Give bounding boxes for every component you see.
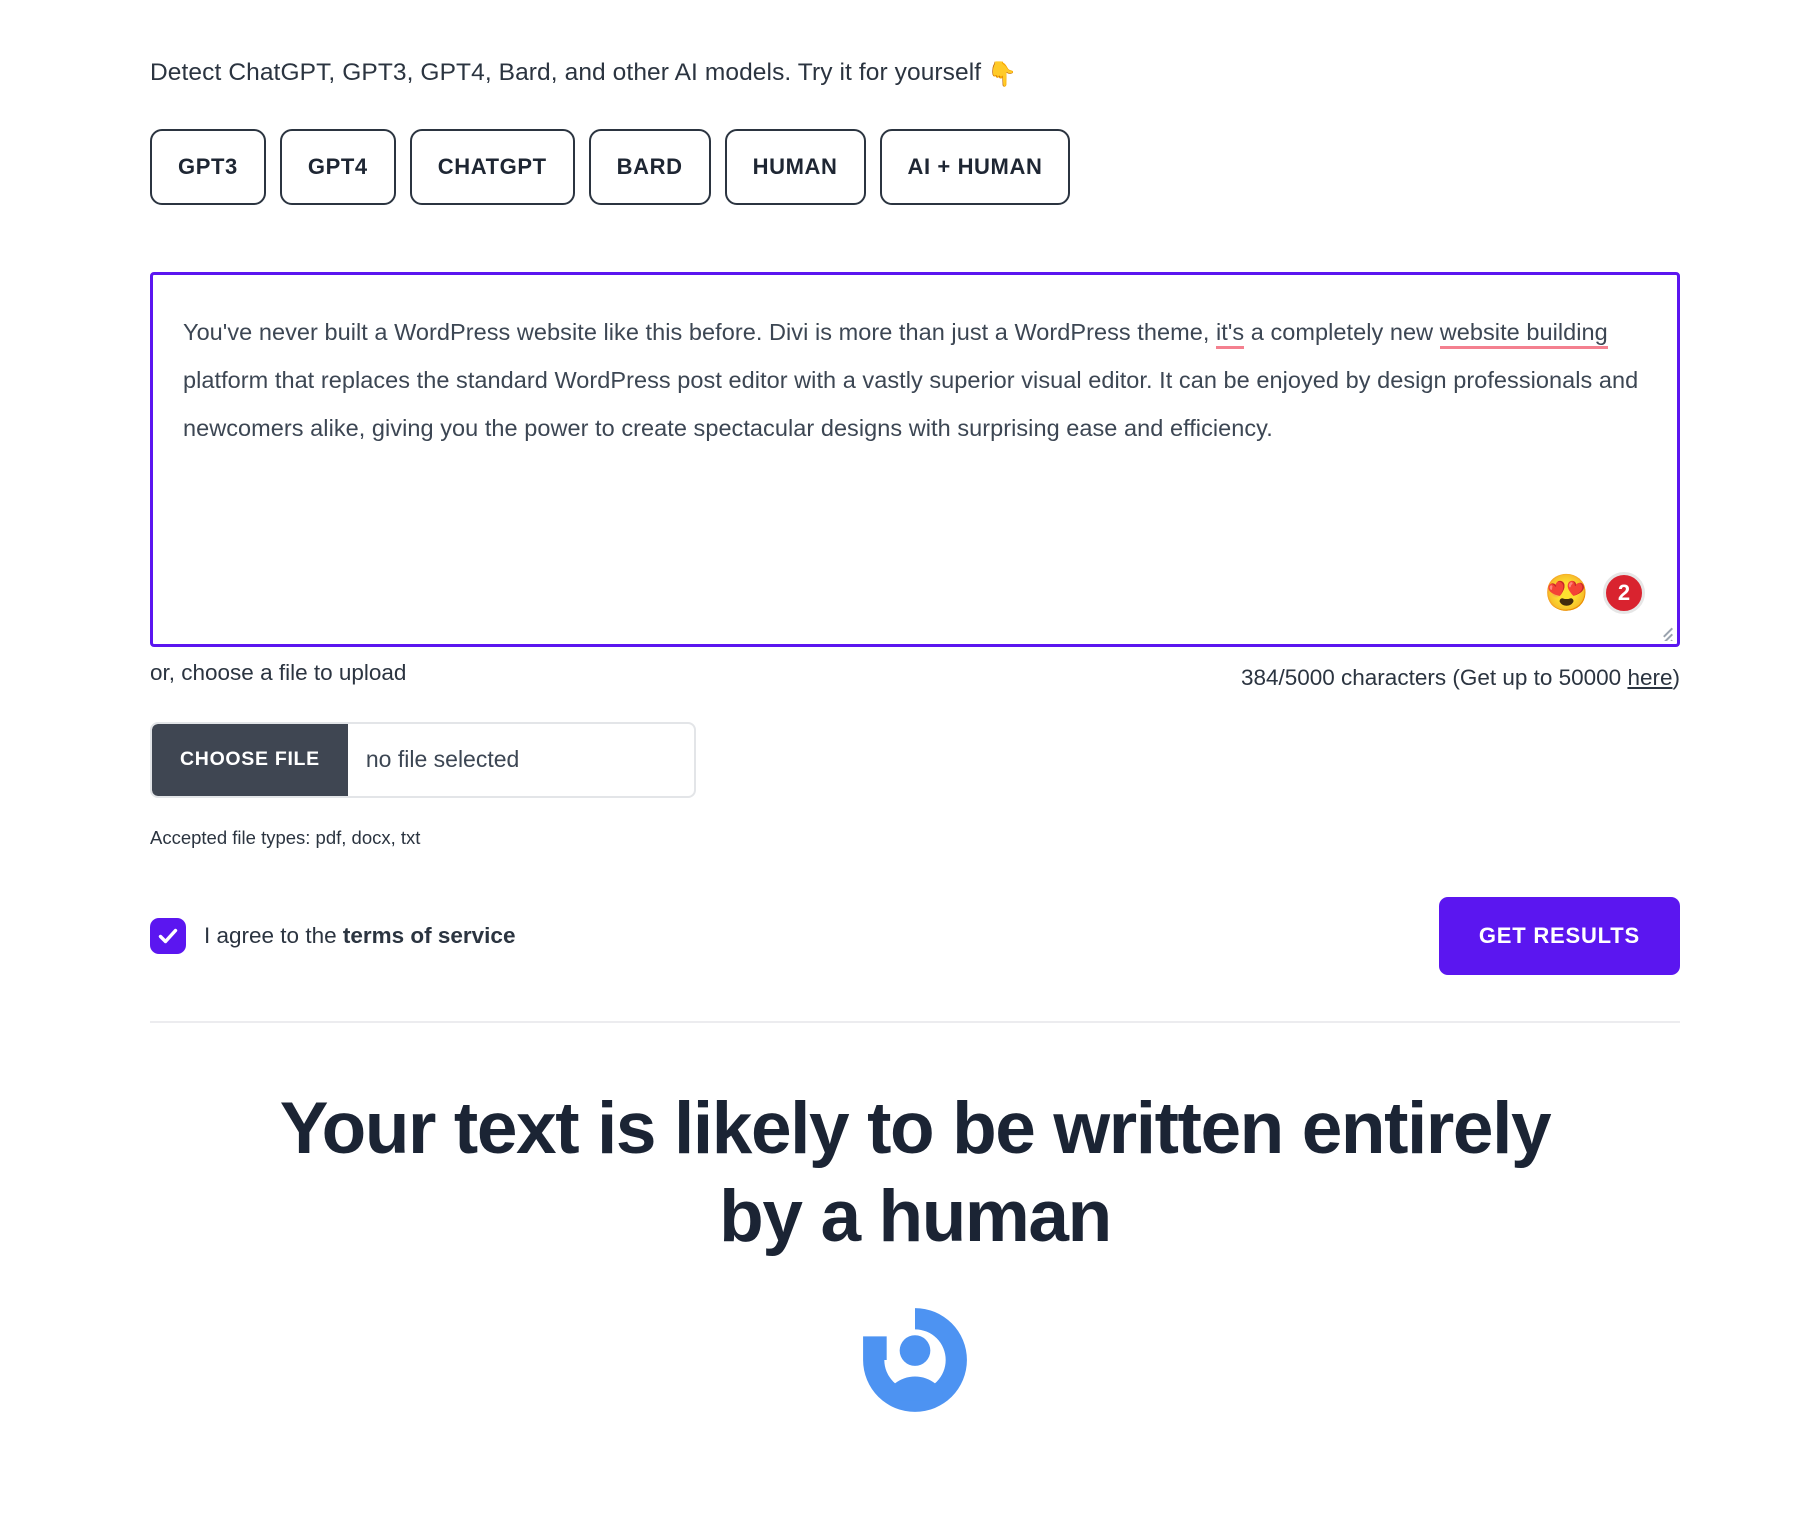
result-icon-wrap [150, 1301, 1680, 1419]
grammar-error-2[interactable]: website building [1439, 318, 1608, 349]
selected-file-name: no file selected [365, 746, 520, 773]
upgrade-link[interactable]: here [1627, 665, 1672, 690]
tab-ai-plus-human[interactable]: AI + HUMAN [879, 128, 1071, 205]
result-heading-line-2: by a human [719, 1175, 1112, 1257]
grammar-error-1[interactable]: it's [1216, 318, 1245, 349]
suggestion-count-badge[interactable]: 2 [1603, 571, 1645, 614]
ai-detector-page: Detect ChatGPT, GPT3, GPT4, Bard, and ot… [0, 0, 1800, 1535]
checkmark-icon [158, 928, 178, 943]
editor-segment-2: a completely new [1244, 318, 1440, 345]
editor-content[interactable]: You've never built a WordPress website l… [153, 275, 1677, 452]
tab-gpt4[interactable]: GPT4 [279, 128, 396, 205]
resize-handle-icon[interactable] [1651, 619, 1673, 641]
tab-gpt3[interactable]: GPT3 [150, 128, 266, 205]
editor-segment-1: You've never built a WordPress website l… [183, 318, 1217, 345]
agreement-label: I agree to the terms of service [204, 923, 515, 949]
model-tabs: GPT3 GPT4 CHATGPT BARD HUMAN AI + HUMAN [150, 128, 1680, 205]
choose-file-button[interactable]: CHOOSE FILE [152, 723, 348, 796]
grammar-assistant-widget[interactable]: 😍 2 [1544, 571, 1645, 614]
text-input-area[interactable]: You've never built a WordPress website l… [150, 271, 1680, 647]
accepted-file-types: Accepted file types: pdf, docx, txt [150, 826, 421, 848]
agreement-group[interactable]: I agree to the terms of service [150, 917, 515, 954]
section-divider [150, 1020, 1680, 1023]
character-counter-text: 384/5000 characters (Get up to 50000 [1240, 664, 1628, 690]
intro-label: Detect ChatGPT, GPT3, GPT4, Bard, and ot… [150, 59, 982, 86]
human-result-icon [863, 1307, 967, 1412]
get-results-button[interactable]: GET RESULTS [1438, 896, 1680, 975]
pointing-down-icon: 👇 [987, 61, 1018, 88]
result-heading-line-1: Your text is likely to be written entire… [279, 1087, 1552, 1169]
editor-segment-3: platform that replaces the standard Word… [183, 366, 1639, 441]
agreement-text-before: I agree to the [204, 922, 343, 948]
agreement-row: I agree to the terms of service GET RESU… [150, 896, 1680, 975]
terms-of-service-link[interactable]: terms of service [343, 923, 516, 948]
intro-text: Detect ChatGPT, GPT3, GPT4, Bard, and ot… [150, 0, 1680, 90]
file-upload-control[interactable]: CHOOSE FILE no file selected [150, 721, 696, 798]
tab-chatgpt[interactable]: CHATGPT [409, 128, 575, 205]
heart-eyes-emoji-icon[interactable]: 😍 [1544, 574, 1589, 611]
character-counter-suffix: ) [1672, 664, 1681, 690]
terms-checkbox[interactable] [150, 917, 186, 954]
tab-human[interactable]: HUMAN [724, 128, 866, 205]
tab-bard[interactable]: BARD [588, 128, 711, 205]
result-heading: Your text is likely to be written entire… [150, 1085, 1680, 1261]
